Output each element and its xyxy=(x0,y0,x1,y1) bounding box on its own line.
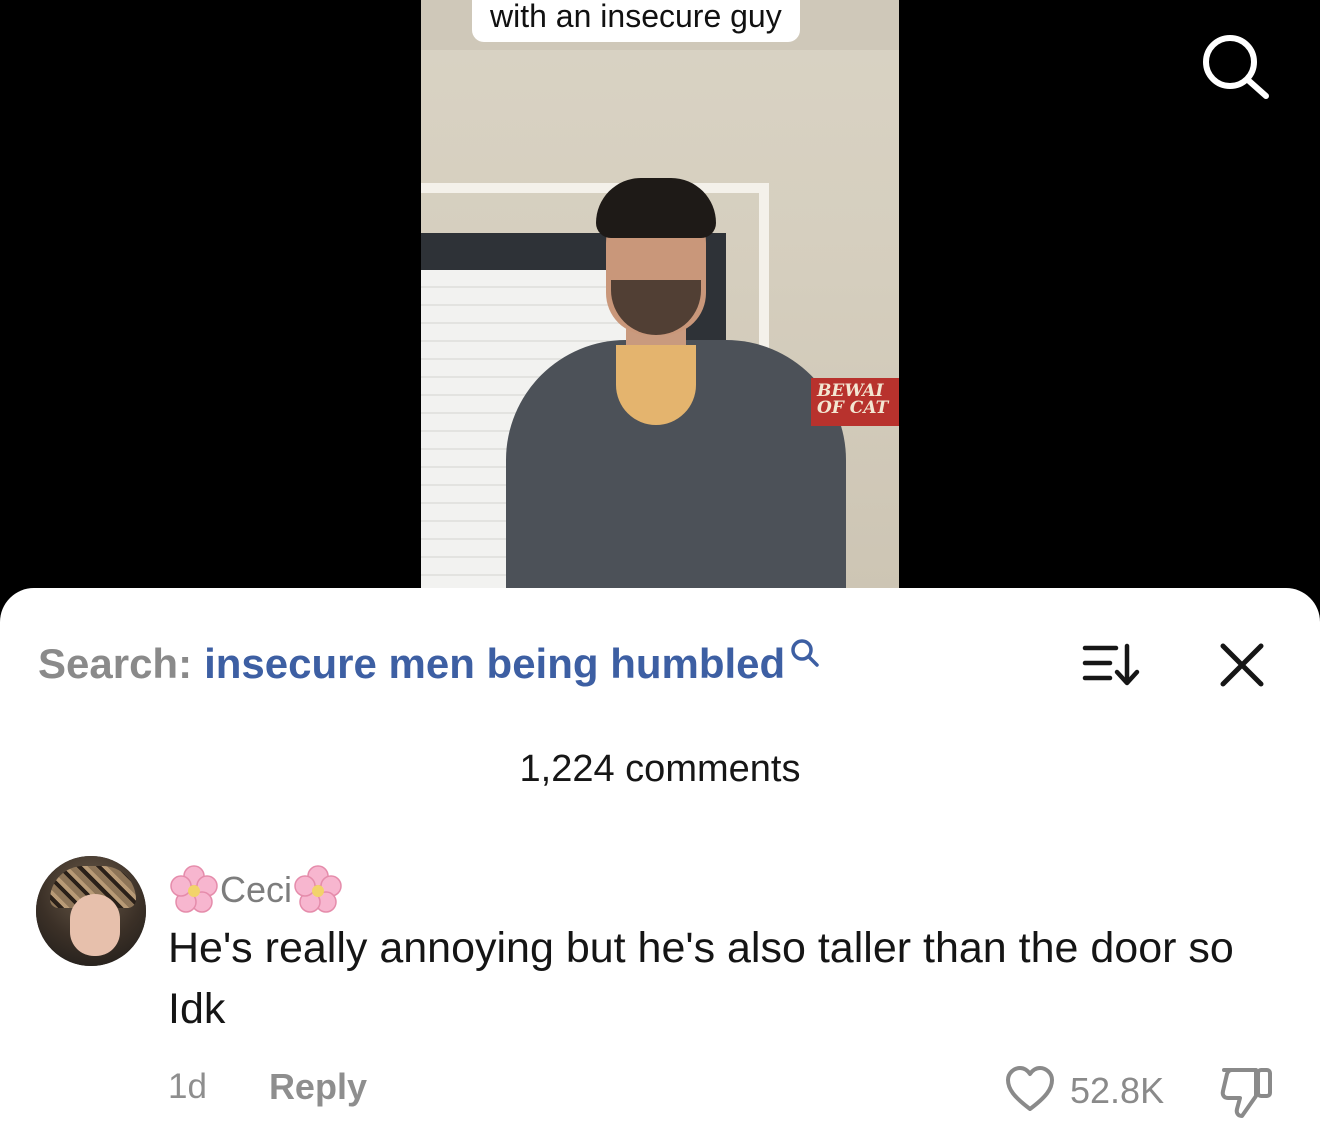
like-count: 52.8K xyxy=(1070,1070,1165,1111)
comment-count: 1,224 comments xyxy=(519,748,801,790)
wall-sign: BEWAI OF CAT xyxy=(811,378,899,426)
cherry-blossom-icon xyxy=(294,865,342,913)
comments-sheet: Search: insecure men being humbled 1,224… xyxy=(0,588,1320,1139)
search-icon xyxy=(791,639,819,667)
close-icon[interactable] xyxy=(1215,638,1269,692)
username-text: Ceci xyxy=(220,869,293,910)
search-prefix: Search: xyxy=(38,640,193,687)
search-query-link[interactable]: insecure men being humbled xyxy=(204,640,785,688)
comment-meta: 1d Reply xyxy=(168,1066,367,1108)
video-caption: with an insecure guy xyxy=(472,0,800,42)
comment-text: He's really annoying but he's also talle… xyxy=(168,924,1234,1033)
person-hair xyxy=(596,178,716,238)
video-frame[interactable]: BEWAI OF CAT xyxy=(421,0,899,590)
search-icon[interactable] xyxy=(1198,32,1274,102)
sort-icon[interactable] xyxy=(1082,642,1140,688)
heart-icon[interactable] xyxy=(1004,1064,1056,1114)
related-search[interactable]: Search: insecure men being humbled xyxy=(38,636,821,692)
person-tee xyxy=(616,345,696,425)
avatar[interactable] xyxy=(36,856,146,966)
comment-username[interactable]: Ceci xyxy=(168,864,344,916)
thumbs-down-icon[interactable] xyxy=(1218,1062,1274,1120)
sign-line-2: OF CAT xyxy=(817,398,889,418)
reply-button[interactable]: Reply xyxy=(269,1066,367,1108)
cherry-blossom-icon xyxy=(170,865,218,913)
comment-time: 1d xyxy=(168,1067,207,1106)
avatar-face xyxy=(70,894,120,956)
video-player[interactable]: BEWAI OF CAT with an insecure guy xyxy=(0,0,1320,600)
